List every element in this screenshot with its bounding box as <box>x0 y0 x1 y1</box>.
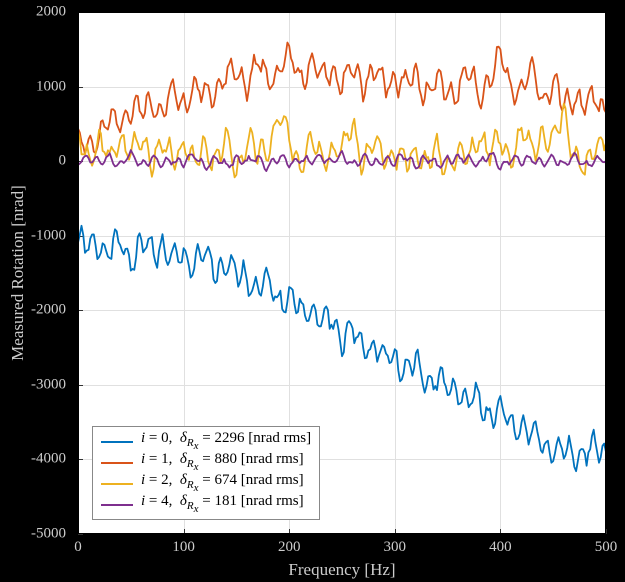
y-tick-label: 0 <box>59 153 67 170</box>
x-tick-label: 200 <box>278 539 301 556</box>
y-tick-label: 1000 <box>36 78 66 95</box>
y-tick-label: -5000 <box>31 526 66 543</box>
legend-item: i = 2, δRx = 674 [nrad rms] <box>101 473 311 494</box>
y-tick-label: -1000 <box>31 227 66 244</box>
x-tick-label: 400 <box>489 539 512 556</box>
y-tick-label: -3000 <box>31 376 66 393</box>
x-axis-label: Frequency [Hz] <box>288 560 395 580</box>
chart-container: 0 100 200 300 400 500 -5000 -4000 -3000 -2000 -100… <box>0 0 625 582</box>
legend-item: i = 1, δRx = 880 [nrad rms] <box>101 452 311 473</box>
y-axis-label: Measured Rotation [nrad] <box>8 185 28 361</box>
series-line <box>78 150 606 171</box>
legend-item: i = 0, δRx = 2296 [nrad rms] <box>101 431 311 452</box>
legend: i = 0, δRx = 2296 [nrad rms]i = 1, δRx =… <box>92 426 320 520</box>
x-tick-label: 500 <box>595 539 618 556</box>
y-tick-label: 2000 <box>36 4 66 21</box>
legend-swatch <box>101 462 133 464</box>
plot-area: 0100200300400500-5000-4000-3000-2000-100… <box>78 12 606 534</box>
legend-label: i = 1, δRx = 880 [nrad rms] <box>141 451 304 473</box>
y-tick-label: -4000 <box>31 451 66 468</box>
y-tick-label: -2000 <box>31 302 66 319</box>
legend-label: i = 0, δRx = 2296 [nrad rms] <box>141 430 311 452</box>
x-tick-label: 300 <box>384 539 407 556</box>
x-tick-label: 0 <box>74 539 82 556</box>
legend-swatch <box>101 441 133 443</box>
legend-item: i = 4, δRx = 181 [nrad rms] <box>101 494 311 515</box>
legend-label: i = 4, δRx = 181 [nrad rms] <box>141 493 304 515</box>
legend-swatch <box>101 504 133 506</box>
legend-label: i = 2, δRx = 674 [nrad rms] <box>141 472 304 494</box>
x-tick-label: 100 <box>172 539 195 556</box>
legend-swatch <box>101 483 133 485</box>
